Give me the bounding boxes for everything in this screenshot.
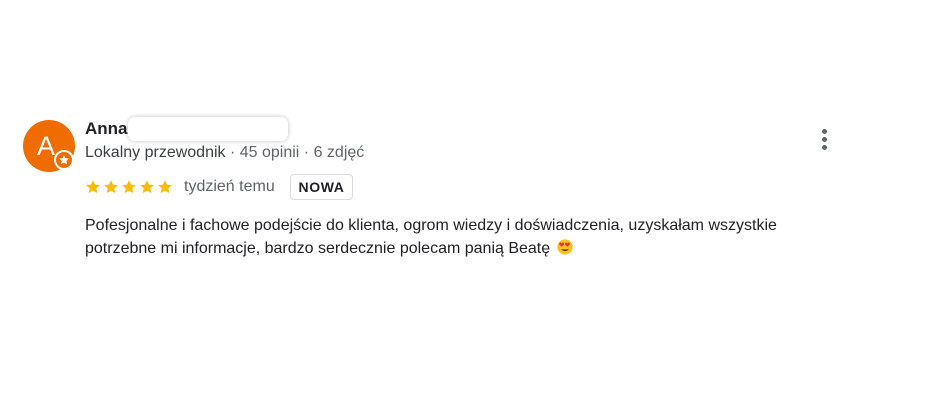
avatar-letter: A [37, 131, 56, 161]
new-badge: NOWA [290, 174, 353, 200]
review-date: tydzień temu [184, 178, 275, 195]
menu-dot [822, 129, 827, 134]
review-card: A Anna Lokalny przewodnik · 45 opinii · … [0, 0, 940, 400]
review-text-line: Pofesjonalne i fachowe podejście do klie… [85, 217, 777, 234]
review-text-line: potrzebne mi informacje, bardzo serdeczn… [85, 240, 551, 257]
local-guide-star-icon [54, 150, 74, 170]
menu-dot [822, 137, 827, 142]
star-icon [122, 180, 136, 194]
reviewer-name[interactable]: Anna [85, 119, 128, 139]
star-icon [140, 180, 154, 194]
reviewer-meta[interactable]: Lokalny przewodnik · 45 opinii · 6 zdjęć [85, 144, 364, 162]
menu-dot [822, 145, 827, 150]
name-redaction [128, 117, 288, 141]
star-icon [158, 180, 172, 194]
reviews-count: 45 opinii [239, 144, 300, 161]
review-text: Pofesjonalne i fachowe podejście do klie… [85, 214, 845, 260]
photos-count: 6 zdjęć [313, 144, 365, 161]
local-guide-label: Lokalny przewodnik [85, 144, 226, 161]
meta-separator: · [299, 144, 314, 161]
star-icon [86, 180, 100, 194]
heart-eyes-emoji-icon [557, 239, 573, 255]
meta-separator: · [225, 144, 240, 161]
more-vert-icon[interactable] [816, 127, 834, 153]
avatar[interactable]: A [23, 120, 75, 172]
star-icon [104, 180, 118, 194]
star-rating [85, 179, 175, 195]
